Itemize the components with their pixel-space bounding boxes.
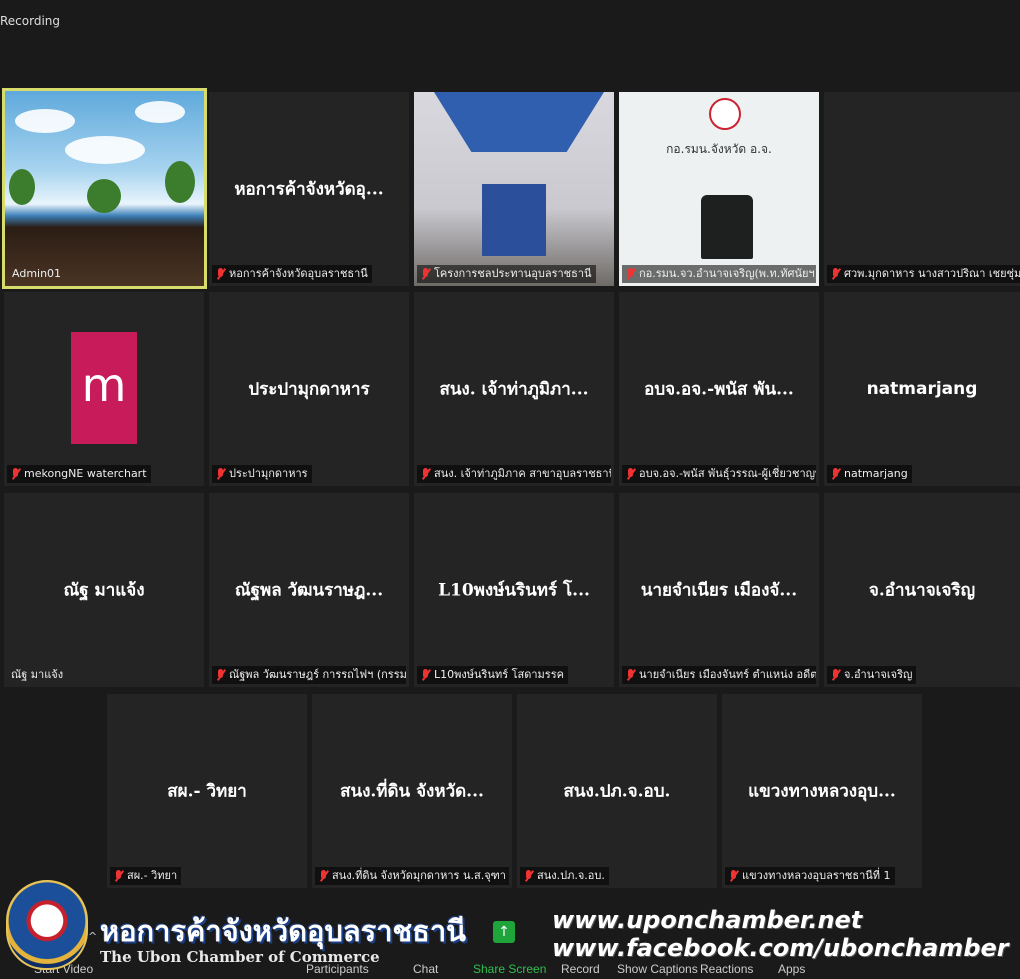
mic-muted-icon <box>831 468 841 480</box>
video-tile[interactable]: กอ.รมน.จังหวัด อ.จ. กอ.รมน.จว.อำนาจเจริญ… <box>619 92 819 286</box>
chat-button[interactable]: Chat <box>413 962 438 976</box>
watermark-website: www.uponchamber.net <box>552 906 863 934</box>
mic-muted-icon <box>626 669 636 681</box>
participant-display-name: L10พงษ์นรินทร์ โ... <box>438 580 590 601</box>
participant-name: natmarjang <box>827 465 912 483</box>
participant-display-name: ณัฐ มาแจ้ง <box>63 580 145 601</box>
mic-muted-icon <box>216 669 226 681</box>
video-tile[interactable]: ณัฐพล วัฒนราษฎ... ณัฐพล วัฒนราษฎร์ การรถ… <box>209 493 409 687</box>
share-screen-icon[interactable]: ↑ <box>493 921 515 943</box>
participant-display-name: ณัฐพล วัฒนราษฎ... <box>234 580 384 601</box>
video-tile[interactable]: อบจ.อจ.-พนัส พัน... อบจ.อจ.-พนัส พันธุ์ว… <box>619 292 819 486</box>
participant-display-name: นายจำเนียร เมืองจั... <box>640 580 798 601</box>
share-screen-button[interactable]: Share Screen <box>473 962 546 976</box>
participant-name: สนง. เจ้าท่าภูมิภาค สาขาอุบลราชธานี <box>417 465 611 483</box>
mic-muted-icon <box>421 669 431 681</box>
video-tile[interactable]: จ.อำนาจเจริญ จ.อำนาจเจริญ <box>824 493 1020 687</box>
participant-display-name: สนง.ปภ.จ.อบ. <box>563 781 671 802</box>
video-tile[interactable]: หอการค้าจังหวัดอุ... หอการค้าจังหวัดอุบล… <box>209 92 409 286</box>
emblem-icon <box>709 98 741 130</box>
video-tile[interactable]: m mekongNE waterchart <box>4 292 204 486</box>
participant-display-name: สผ.- วิทยา <box>167 781 247 802</box>
participant-name: สนง.ปภ.จ.อบ. <box>520 867 609 885</box>
apps-button[interactable]: Apps <box>778 962 805 976</box>
mic-muted-icon <box>114 870 124 882</box>
mic-muted-icon <box>729 870 739 882</box>
video-tile[interactable]: โครงการชลประทานอุบลราชธานี <box>414 92 614 286</box>
participant-name: L10พงษ์นรินทร์ โสดามรรค <box>417 666 568 684</box>
mic-muted-icon <box>216 468 226 480</box>
video-tile[interactable]: natmarjang natmarjang <box>824 292 1020 486</box>
participant-display-name: สนง.ที่ดิน จังหวัด... <box>340 781 484 802</box>
participant-name: สนง.ที่ดิน จังหวัดมุกดาหาร น.ส.จุฑา วงษ์… <box>315 867 509 885</box>
chamber-seal-logo <box>6 880 88 970</box>
participant-display-name: แขวงทางหลวงอุบ... <box>748 781 896 802</box>
video-tile[interactable]: สผ.- วิทยา สผ.- วิทยา <box>107 694 307 888</box>
mic-muted-icon <box>11 468 21 480</box>
participant-display-name: ประปามุกดาหาร <box>248 379 370 400</box>
participant-display-name: สนง. เจ้าท่าภูมิภา... <box>439 379 589 400</box>
participant-name: ประปามุกดาหาร <box>212 465 312 483</box>
participant-name: ณัฐ มาแจ้ง <box>11 668 64 681</box>
participant-name: กอ.รมน.จว.อำนาจเจริญ(พ.ท.ทัศนัยฯ) <box>622 265 816 283</box>
video-tile[interactable]: นายจำเนียร เมืองจั... นายจำเนียร เมืองจั… <box>619 493 819 687</box>
watermark-title-english: The Ubon Chamber of Commerce <box>100 948 380 966</box>
participant-name: สผ.- วิทยา <box>110 867 182 885</box>
video-feed-room <box>414 92 614 286</box>
mic-muted-icon <box>831 268 841 280</box>
participant-name: อบจ.อจ.-พนัส พันธุ์วรรณ-ผู้เชี่ยวชาญพิ..… <box>622 465 816 483</box>
participant-display-name: หอการค้าจังหวัดอุ... <box>234 179 384 200</box>
mic-muted-icon <box>216 268 226 280</box>
reactions-button[interactable]: Reactions <box>700 962 753 976</box>
participant-name: โครงการชลประทานอุบลราชธานี <box>417 265 596 283</box>
video-tile[interactable]: L10พงษ์นรินทร์ โ... L10พงษ์นรินทร์ โสดาม… <box>414 493 614 687</box>
video-tile[interactable]: สนง.ที่ดิน จังหวัด... สนง.ที่ดิน จังหวัด… <box>312 694 512 888</box>
video-tile[interactable]: ณัฐ มาแจ้ง ณัฐ มาแจ้ง <box>4 493 204 687</box>
video-feed-landscape <box>5 91 204 286</box>
participant-name: ณัฐพล วัฒนราษฎร์ การรถไฟฯ (กรรมการ... <box>212 666 406 684</box>
mic-muted-icon <box>421 268 431 280</box>
watermark-facebook: www.facebook.com/ubonchamber <box>552 934 1009 962</box>
mekong-logo: m <box>71 332 137 444</box>
participant-display-name: อบจ.อจ.-พนัส พัน... <box>644 379 794 400</box>
video-tile-admin[interactable]: Admin01 <box>2 88 207 289</box>
video-tile[interactable]: แขวงทางหลวงอุบ... แขวงทางหลวงอุบลราชธานี… <box>722 694 922 888</box>
participant-display-name: จ.อำนาจเจริญ <box>868 580 976 601</box>
video-tile[interactable]: สนง. เจ้าท่าภูมิภา... สนง. เจ้าท่าภูมิภา… <box>414 292 614 486</box>
mic-muted-icon <box>319 870 329 882</box>
mic-muted-icon <box>626 268 636 280</box>
participant-name: mekongNE waterchart <box>7 465 151 483</box>
participant-name: Admin01 <box>12 267 62 280</box>
video-tile[interactable]: ศวพ.มุกดาหาร นางสาวปริณา เชยชุ่ม ผอ... <box>824 92 1020 286</box>
mic-muted-icon <box>421 468 431 480</box>
participant-name: จ.อำนาจเจริญ <box>827 666 917 684</box>
participant-name: ศวพ.มุกดาหาร นางสาวปริณา เชยชุ่ม ผอ... <box>827 265 1020 283</box>
video-options-chevron-icon[interactable]: ^ <box>88 930 97 943</box>
participant-display-name: natmarjang <box>866 379 978 399</box>
video-tile[interactable]: ประปามุกดาหาร ประปามุกดาหาร <box>209 292 409 486</box>
video-feed-office: กอ.รมน.จังหวัด อ.จ. <box>619 92 819 286</box>
mic-muted-icon <box>524 870 534 882</box>
recording-indicator: Recording <box>0 14 61 28</box>
video-tile[interactable]: สนง.ปภ.จ.อบ. สนง.ปภ.จ.อบ. <box>517 694 717 888</box>
mic-muted-icon <box>626 468 636 480</box>
participant-name: นายจำเนียร เมืองจันทร์ ตำแหน่ง อดีตพน... <box>622 666 816 684</box>
participant-name: แขวงทางหลวงอุบลราชธานีที่ 1 <box>725 867 895 885</box>
show-captions-button[interactable]: Show Captions <box>617 962 698 976</box>
participant-name: หอการค้าจังหวัดอุบลราชธานี <box>212 265 372 283</box>
mic-muted-icon <box>831 669 841 681</box>
record-button[interactable]: Record <box>561 962 600 976</box>
